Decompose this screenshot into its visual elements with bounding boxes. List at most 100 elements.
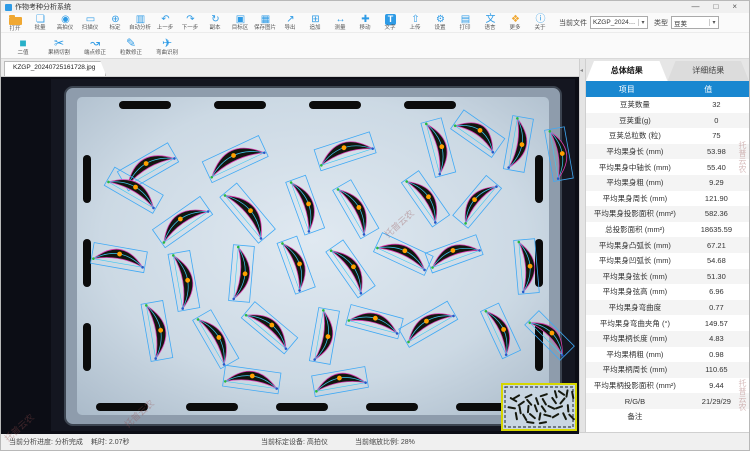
header-item: 项目	[586, 81, 668, 97]
toolbar-language-button[interactable]: 文语言	[478, 13, 503, 33]
image-canvas[interactable]: 托普云农 托普云农	[1, 77, 579, 434]
row-label: 平均果身弯曲度	[586, 300, 684, 316]
toolbar-auto-analysis-button[interactable]: ▥自动分析	[128, 13, 153, 33]
row-value: 9.44	[684, 378, 749, 394]
tab-detailed-results[interactable]: 详细结果	[668, 61, 750, 81]
toolbar-about-button[interactable]: ⓘ关于	[528, 13, 553, 33]
toolbar-stem-cut-button[interactable]: ✂果柄切割	[41, 35, 77, 57]
row-label: 平均果身周长 (mm)	[586, 191, 684, 207]
toolbar-measure-button[interactable]: ↔测量	[328, 13, 353, 33]
main-toolbar: 打开❏批量◉高拍仪▭扫描仪⊕标定▥自动分析↶上一步↷下一步↻副本▣目标区▦保存图…	[1, 13, 749, 33]
about-label: 关于	[535, 25, 546, 31]
panel-splitter[interactable]	[579, 59, 586, 432]
row-label: 平均果身投影面积 (mm²)	[586, 206, 684, 222]
grain-count-fix-icon: ✎	[126, 36, 136, 50]
type-select[interactable]: 豆荚 ▾	[671, 16, 719, 29]
row-label: 总投影面积 (mm²)	[586, 222, 684, 238]
tab-overall-results[interactable]: 总体结果	[586, 61, 668, 81]
document-tab[interactable]: KZGP_20240725161728.jpg	[4, 61, 106, 76]
settings-icon: ⚙	[436, 14, 445, 25]
table-row: 备注	[586, 409, 749, 425]
row-value: 54.68	[684, 253, 749, 269]
about-icon: ⓘ	[536, 14, 546, 25]
curve-recognition-icon: ✈	[162, 36, 172, 50]
row-label: R/G/B	[586, 393, 684, 409]
table-row: R/G/B21/29/29	[586, 393, 749, 409]
row-label: 平均果身凸弧长 (mm)	[586, 237, 684, 253]
toolbar-print-button[interactable]: ▤打印	[453, 13, 478, 33]
table-row: 平均果柄投影面积 (mm²)9.44	[586, 378, 749, 394]
calibration-label: 标定	[110, 25, 121, 31]
toolbar-duplicate-button[interactable]: ↻副本	[203, 13, 228, 33]
row-value: 67.21	[684, 237, 749, 253]
row-value: 55.40	[684, 159, 749, 175]
toolbar-move-button[interactable]: ✚移动	[353, 13, 378, 33]
minimize-button[interactable]: —	[691, 2, 699, 12]
toolbar-more-button[interactable]: ❖更多	[503, 13, 528, 33]
move-label: 移动	[360, 25, 371, 31]
row-value: 110.65	[684, 362, 749, 378]
row-value: 0.77	[684, 300, 749, 316]
header-value: 值	[668, 81, 750, 97]
type-label: 类型	[654, 18, 668, 28]
append-label: 追加	[310, 25, 321, 31]
settings-label: 设置	[435, 25, 446, 31]
close-button[interactable]: ×	[732, 2, 737, 12]
save-image-label: 保存图片	[254, 25, 276, 31]
grain-count-fix-label: 粒数修正	[120, 50, 142, 56]
curve-recognition-label: 弯曲识别	[156, 50, 178, 56]
auto-analysis-icon: ▥	[136, 14, 145, 25]
duplicate-label: 副本	[210, 25, 221, 31]
more-label: 更多	[510, 25, 521, 31]
row-label: 平均果身弦高 (mm)	[586, 284, 684, 300]
current-file-group: 当前文件 KZGP_20240725161728.jpg ▾	[559, 16, 648, 29]
toolbar-batch-button[interactable]: ❏批量	[28, 13, 53, 33]
toolbar-target-area-button[interactable]: ▣目标区	[228, 13, 253, 33]
toolbar-append-button[interactable]: ⊞追加	[303, 13, 328, 33]
toolbar-scanner-button[interactable]: ▭扫描仪	[78, 13, 103, 33]
toolbar-save-image-button[interactable]: ▦保存图片	[253, 13, 278, 33]
toolbar-doc-camera-button[interactable]: ◉高拍仪	[53, 13, 78, 33]
toolbar-upload-button[interactable]: ⇧上传	[403, 13, 428, 33]
maximize-button[interactable]: □	[713, 2, 718, 12]
row-value: 0	[684, 113, 749, 129]
toolbar-curve-recognition-button[interactable]: ✈弯曲识别	[149, 35, 185, 57]
upload-icon: ⇧	[411, 14, 419, 25]
toolbar-next-step-button[interactable]: ↷下一步	[178, 13, 203, 33]
open-label: 打开	[10, 26, 21, 32]
language-label: 语言	[485, 25, 496, 31]
save-image-icon: ▦	[261, 14, 270, 25]
open-icon	[9, 17, 22, 25]
toolbar-endpoint-fix-button[interactable]: ↝端点修正	[77, 35, 113, 57]
table-row: 平均果柄长度 (mm)4.83	[586, 331, 749, 347]
export-icon: ↗	[286, 14, 294, 25]
stem-cut-icon: ✂	[54, 36, 64, 50]
app-window: 作物考种分析系统 — □ × 打开 ❏批量◉高拍仪▭扫描仪⊕标定▥自动分析↶上一步…	[0, 0, 750, 451]
results-table-header: 项目 值	[586, 81, 749, 97]
row-value: 21/29/29	[684, 393, 749, 409]
minimap-thumbnail[interactable]	[501, 383, 577, 431]
table-row: 平均果身中轴长 (mm)55.40	[586, 159, 749, 175]
text-icon: T	[385, 14, 396, 25]
toolbar-calibration-button[interactable]: ⊕标定	[103, 13, 128, 33]
row-label: 平均果柄投影面积 (mm²)	[586, 378, 684, 394]
toolbar-binary-button[interactable]: ■二值	[5, 35, 41, 57]
row-label: 平均果身长 (mm)	[586, 144, 684, 160]
endpoint-fix-label: 端点修正	[84, 50, 106, 56]
current-file-select[interactable]: KZGP_20240725161728.jpg ▾	[590, 16, 648, 29]
status-zoom-ratio: 当前缩放比例: 28%	[355, 437, 415, 447]
language-icon: 文	[486, 14, 496, 25]
toolbar-text-button[interactable]: T文字	[378, 13, 403, 33]
edit-toolbar: ■二值✂果柄切割↝端点修正✎粒数修正✈弯曲识别	[1, 33, 749, 59]
toolbar-export-button[interactable]: ↗导出	[278, 13, 303, 33]
row-label: 平均果身弦长 (mm)	[586, 269, 684, 285]
batch-icon: ❏	[36, 14, 45, 25]
toolbar-previous-step-button[interactable]: ↶上一步	[153, 13, 178, 33]
title-bar: 作物考种分析系统 — □ ×	[1, 1, 749, 13]
toolbar-open-button[interactable]: 打开	[3, 13, 28, 33]
row-value: 4.83	[684, 331, 749, 347]
toolbar-settings-button[interactable]: ⚙设置	[428, 13, 453, 33]
toolbar-grain-count-fix-button[interactable]: ✎粒数修正	[113, 35, 149, 57]
table-row: 平均果柄粗 (mm)0.98	[586, 347, 749, 363]
target-area-icon: ▣	[236, 14, 245, 25]
